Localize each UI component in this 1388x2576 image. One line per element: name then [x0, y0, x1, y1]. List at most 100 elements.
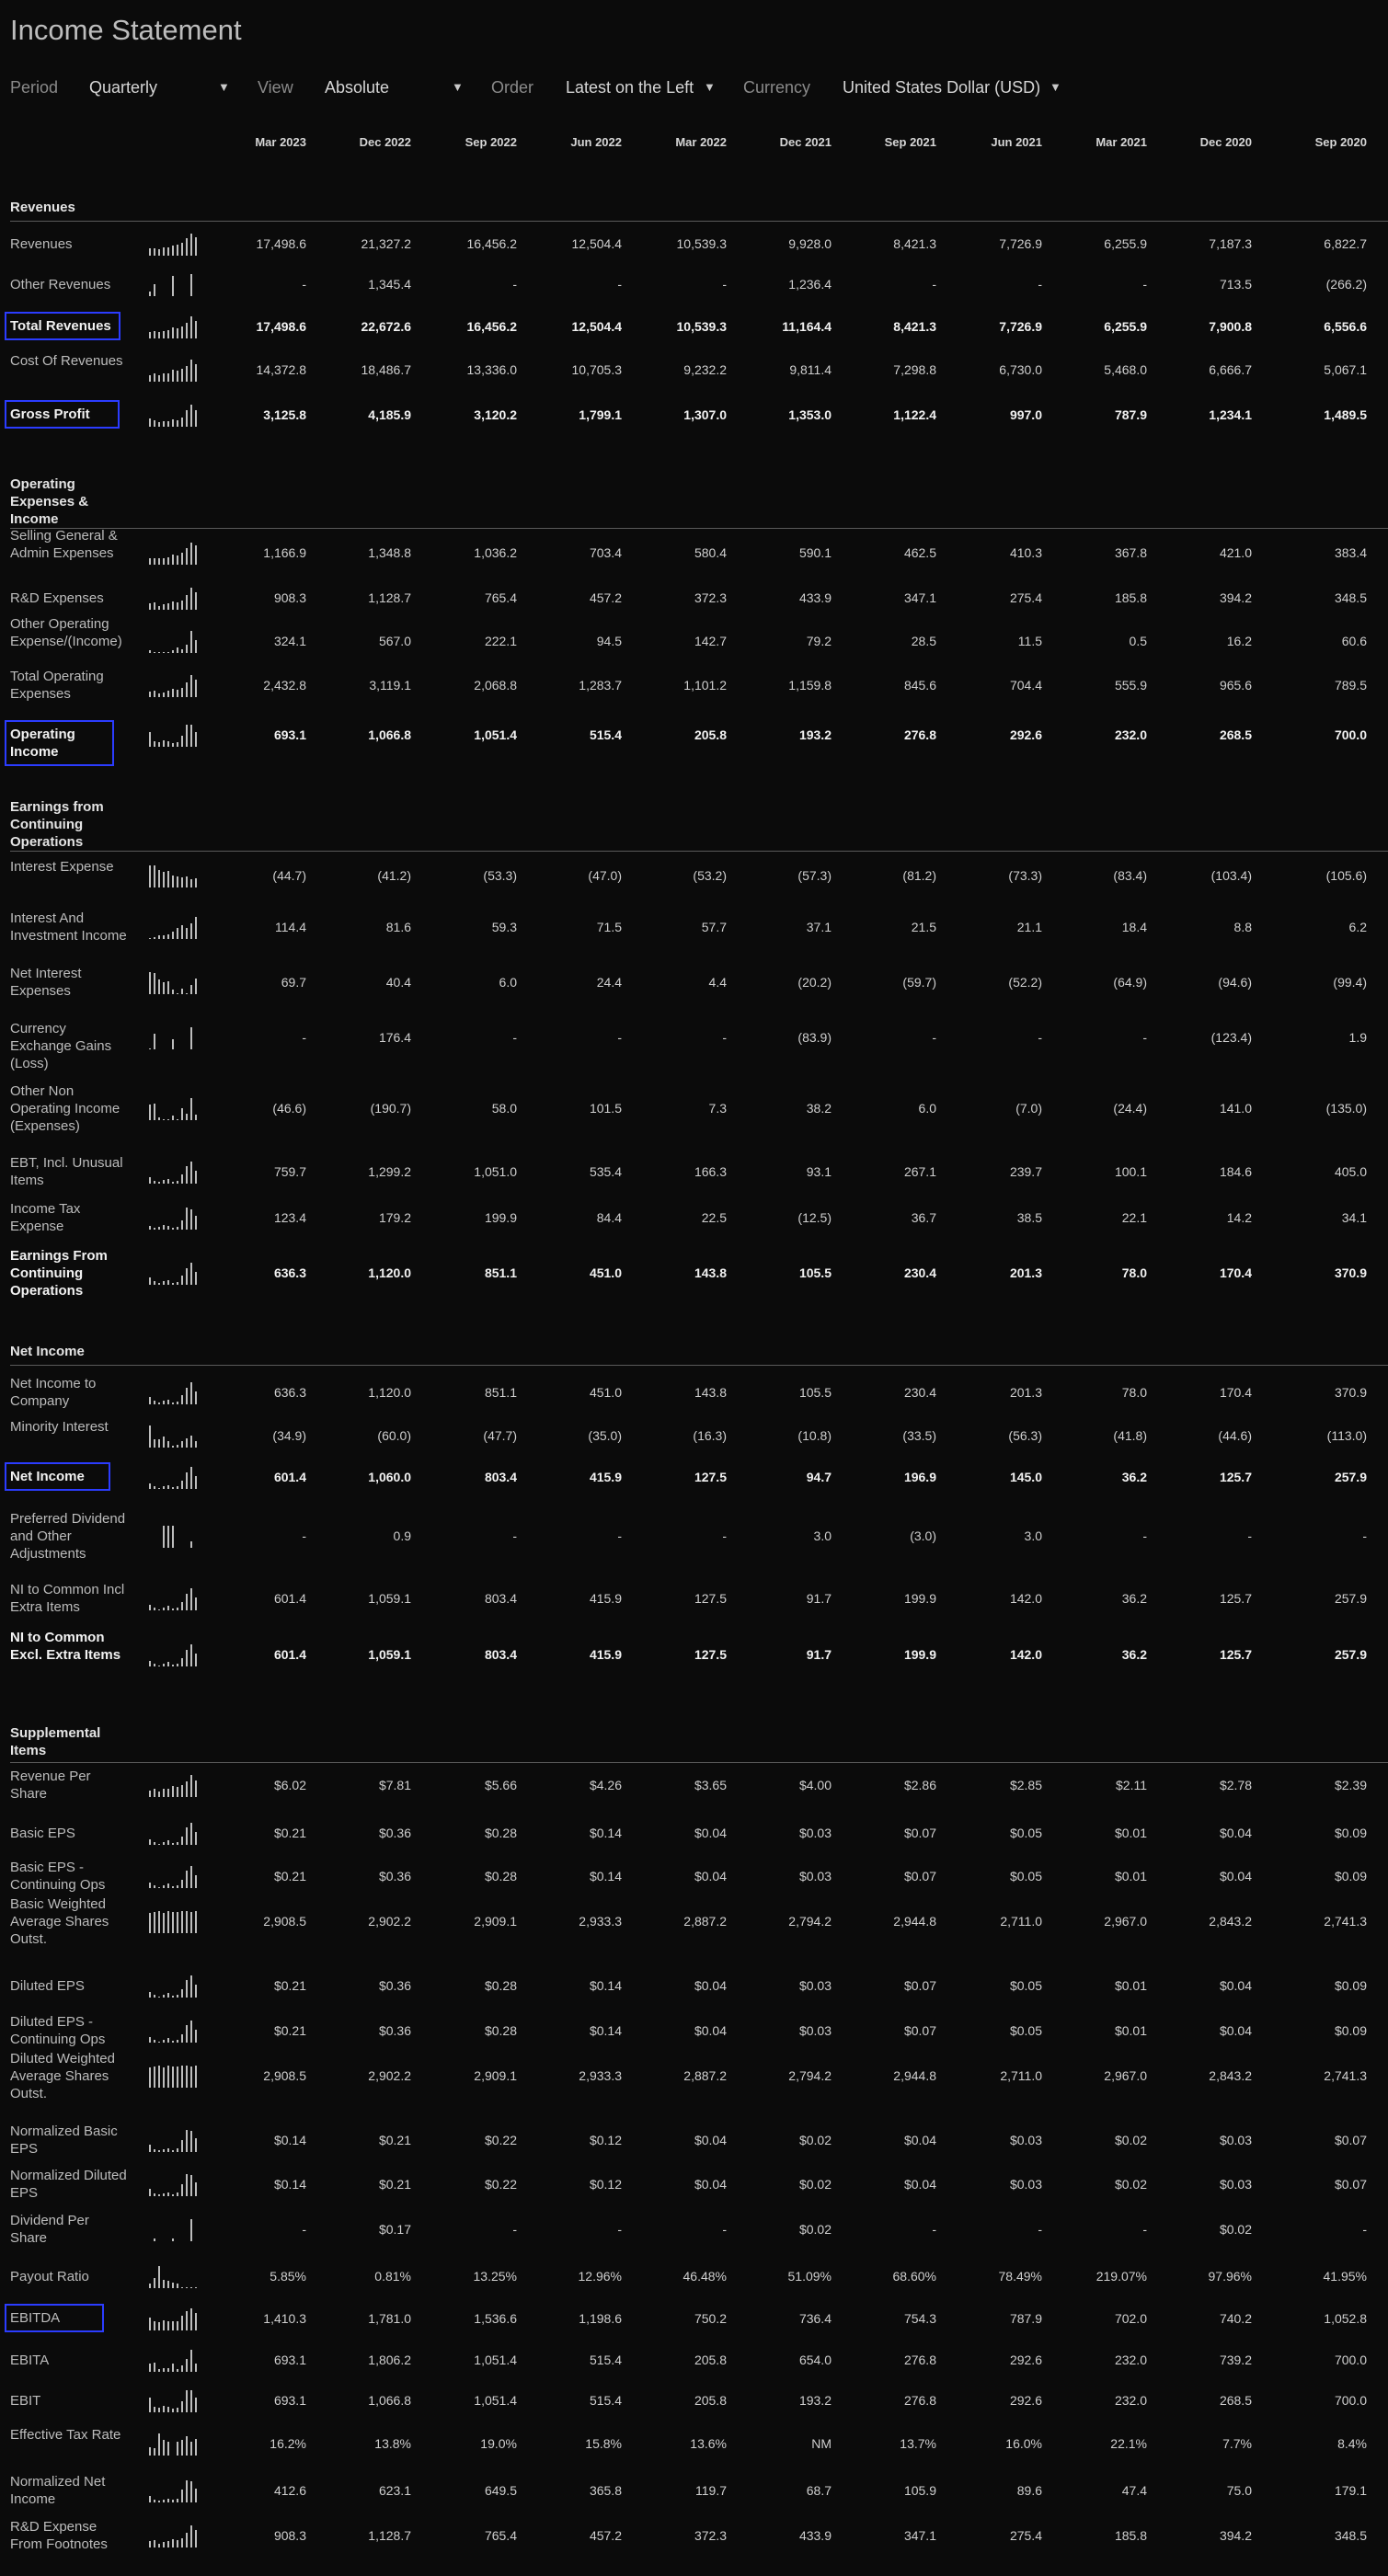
column-header[interactable]: Jun 2021 [941, 135, 1042, 149]
table-cell: (57.3) [797, 868, 832, 883]
sparkline-bar [186, 928, 188, 939]
sparkline-bar [154, 1104, 155, 1120]
currency-dropdown[interactable]: United States Dollar (USD) ▼ [843, 74, 1073, 100]
table-cell: $0.04 [1219, 2023, 1252, 2038]
table-cell: 803.4 [484, 1647, 517, 1662]
column-header[interactable]: Sep 2022 [416, 135, 517, 149]
sparkline-bar [163, 2320, 165, 2330]
table-cell: 6.2 [1348, 920, 1367, 934]
column-header[interactable]: Dec 2020 [1151, 135, 1252, 149]
row-label: Selling General & Admin Expenses [10, 527, 118, 561]
table-cell: - [512, 277, 517, 292]
table-cell: 845.6 [903, 678, 936, 693]
sparkline-bar [190, 360, 192, 382]
sparkline-bar [186, 323, 188, 338]
table-cell: - [1362, 1528, 1367, 1543]
table-cell: 412.6 [273, 2483, 306, 2498]
table-cell: 347.1 [903, 590, 936, 605]
table-cell: 654.0 [798, 2353, 832, 2367]
sparkline-bar [163, 1842, 165, 1845]
sparkline-bar [149, 2284, 151, 2288]
table-cell: 201.3 [1009, 1385, 1042, 1400]
column-header[interactable]: Mar 2021 [1046, 135, 1147, 149]
sparkline-bar [190, 1912, 192, 1933]
sparkline-bar [172, 2500, 174, 2502]
sparkline-bar [154, 2500, 155, 2502]
sparkline-bar [172, 2067, 174, 2088]
table-cell: (103.4) [1210, 868, 1252, 883]
row-label: Diluted Weighted Average Shares Outst. [10, 2050, 115, 2101]
table-cell: 276.8 [903, 2353, 936, 2367]
sparkline-bar [172, 1996, 174, 1998]
sparkline-chart [149, 1639, 202, 1666]
column-header[interactable]: Jun 2022 [521, 135, 622, 149]
sparkline-bar [186, 1781, 188, 1797]
table-cell: 16,456.2 [466, 319, 518, 334]
sparkline-bar [190, 985, 192, 994]
column-header[interactable]: Dec 2021 [730, 135, 832, 149]
view-dropdown[interactable]: Absolute ▼ [325, 74, 464, 100]
order-dropdown[interactable]: Latest on the Left ▼ [566, 74, 722, 100]
row-label: Total Operating Expenses [10, 669, 104, 702]
sparkline-bar [149, 1483, 151, 1489]
table-cell: $0.04 [903, 2177, 936, 2192]
sparkline-bar [154, 691, 155, 697]
table-cell: 1,128.7 [368, 590, 411, 605]
sparkline-bar [158, 2408, 160, 2412]
sparkline-bar [163, 1119, 165, 1120]
table-cell: 13.25% [473, 2269, 517, 2284]
sparkline-bar [167, 2499, 169, 2502]
table-cell: 348.5 [1334, 590, 1367, 605]
table-cell: 257.9 [1334, 1647, 1367, 1662]
table-cell: $0.01 [1114, 1826, 1147, 1840]
table-cell: 2,711.0 [1000, 1914, 1042, 1929]
sparkline-bar [158, 2042, 160, 2043]
sparkline-bar [177, 2369, 178, 2372]
table-cell: $0.01 [1114, 2023, 1147, 2038]
sparkline-bar [149, 603, 151, 610]
table-cell: - [1142, 1528, 1147, 1543]
sparkline-bar [167, 421, 169, 427]
sparkline-bar [158, 1911, 160, 1933]
sparkline-bar [181, 649, 183, 653]
table-cell: $0.28 [484, 1978, 517, 1993]
table-cell: 17,498.6 [256, 319, 307, 334]
table-cell: 17,498.6 [256, 236, 307, 251]
table-cell: 740.2 [1219, 2311, 1252, 2326]
table-cell: 1,353.0 [788, 407, 832, 422]
sparkline-bar [181, 1837, 183, 1845]
table-cell: 851.1 [484, 1385, 517, 1400]
table-cell: (35.0) [588, 1428, 622, 1443]
sparkline-bar [172, 1886, 174, 1888]
column-header[interactable]: Sep 2020 [1266, 135, 1367, 149]
table-cell: $0.09 [1334, 1869, 1367, 1883]
sparkline-bar [149, 375, 151, 382]
table-cell: $0.04 [903, 2133, 936, 2147]
table-cell: 170.4 [1219, 1265, 1252, 1280]
sparkline-bar [195, 1597, 197, 1610]
sparkline-bar [149, 1992, 151, 1998]
table-cell: (83.4) [1113, 868, 1147, 883]
table-cell: 127.5 [694, 1591, 727, 1606]
sparkline-bar [172, 327, 174, 338]
column-header[interactable]: Mar 2022 [625, 135, 727, 149]
sparkline-bar [190, 234, 192, 256]
table-cell: 515.4 [589, 2393, 622, 2408]
table-cell: 700.0 [1334, 2393, 1367, 2408]
period-dropdown[interactable]: Quarterly ▼ [89, 74, 230, 100]
column-header[interactable]: Dec 2022 [310, 135, 411, 149]
table-cell: 2,909.1 [474, 2068, 517, 2083]
sparkline-bar [154, 973, 155, 994]
sparkline-bar [154, 1281, 155, 1285]
table-cell: 143.8 [694, 1385, 727, 1400]
row-label: NI to Common Incl Extra Items [10, 1582, 125, 1615]
table-cell: 60.6 [1341, 634, 1367, 648]
sparkline-bar [186, 238, 188, 256]
table-cell: 405.0 [1334, 1164, 1367, 1179]
table-cell: 8.4% [1337, 2436, 1367, 2451]
sparkline-bar [163, 2193, 165, 2196]
sparkline-bar [158, 1283, 160, 1285]
column-header[interactable]: Mar 2023 [205, 135, 306, 149]
column-header[interactable]: Sep 2021 [835, 135, 936, 149]
table-cell: 292.6 [1009, 2393, 1042, 2408]
